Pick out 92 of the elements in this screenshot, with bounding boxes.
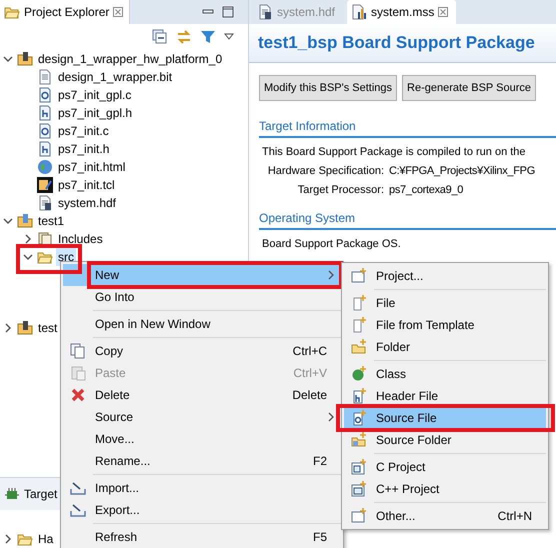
h-file-icon [37,105,53,121]
new-class-icon [351,366,367,382]
includes-icon [37,231,53,247]
tree-item[interactable]: ps7_init.c [56,122,111,140]
document-icon [37,195,53,211]
action-button[interactable]: Re-generate BSP Source [402,75,536,101]
c-file-icon [37,123,53,139]
shortcut-text: Ctrl+C [292,344,328,358]
import-icon [70,480,86,496]
menu-item[interactable]: Header File [344,385,546,407]
tree-item[interactable]: Ha [36,530,56,548]
paste-icon [70,365,86,381]
menu-item[interactable]: Project... [344,265,546,287]
project-icon [17,213,33,229]
menu-item[interactable]: Class [344,363,546,385]
action-button[interactable]: Modify this BSP's Settings [259,75,398,101]
menu-item[interactable]: Source File [344,407,546,429]
menu-item[interactable]: Open in New Window [63,313,341,335]
document-icon [37,69,53,85]
panel-title: Target [24,487,58,501]
field-label: Hardware Specification: [266,164,385,176]
menu-item[interactable]: Refresh F5 [63,526,341,548]
collapse-all-icon[interactable] [152,29,168,45]
copy-icon [70,343,86,359]
menu-item[interactable]: Rename... F2 [63,450,341,472]
editor-title: test1_bsp Board Support Package [258,33,535,53]
new-file-icon [351,317,367,333]
menu-item[interactable]: Copy Ctrl+C [63,340,341,362]
globe-icon [37,159,53,175]
tree-item[interactable]: Includes [56,230,105,248]
shortcut-text: F5 [312,530,328,544]
menu-item[interactable]: Other... Ctrl+N [344,505,546,527]
close-icon[interactable] [438,7,448,17]
menu-item[interactable]: File [344,292,546,314]
shortcut-text: Delete [292,388,328,402]
field-value: ps7_cortexa9_0 [389,184,464,196]
script-icon [37,177,53,193]
menu-item[interactable]: Source Folder [344,429,546,451]
close-icon[interactable] [113,7,124,17]
new-project-icon [351,459,367,475]
new-file-icon [351,295,367,311]
menu-item[interactable]: Go Into [63,286,341,308]
view-tab[interactable]: Project Explorer [0,0,130,24]
section-heading: Operating System [259,211,556,230]
section-heading: Target Information [259,119,556,138]
menu-item[interactable]: Source [63,406,341,428]
tab-title: Project Explorer [24,5,110,19]
h-file-icon [37,141,53,157]
menu-item[interactable]: Export... [63,499,341,521]
tree-item[interactable]: test1 [36,212,66,230]
c-file-icon [37,87,53,103]
menu-item[interactable]: Delete Delete [63,384,341,406]
new-folder-icon [351,339,367,355]
menu-item[interactable]: Folder [344,336,546,358]
new-source-icon [351,410,367,426]
tree-item[interactable]: design_1_wrapper_hw_platform_0 [36,50,224,68]
menu-item[interactable]: Move... [63,428,341,450]
menu-item[interactable]: File from Template [344,314,546,336]
tree-item[interactable]: ps7_init.h [56,140,112,158]
chart-file-icon [351,4,368,20]
description-text: Board Support Package OS. [262,238,401,250]
shortcut-text: F2 [312,454,328,468]
delete-icon [70,387,86,403]
shortcut-text: Ctrl+V [293,366,328,380]
export-icon [70,502,86,518]
tree-item[interactable]: ps7_init.html [56,158,128,176]
tree-item[interactable]: ps7_init_gpl.c [56,86,134,104]
description-text: This Board Support Package is compiled to run on the [262,146,526,158]
maximize-icon[interactable] [222,6,234,18]
project-icon [17,320,33,336]
field-value: C:¥FPGA_Projects¥Xilinx_FPG [389,164,535,176]
document-icon [257,4,273,20]
new-project-icon [351,508,367,524]
menu-item[interactable]: Import... [63,477,341,499]
editor-tab[interactable]: system.mss [347,0,456,24]
menu-item[interactable]: C++ Project [344,478,546,500]
new-project-icon [351,481,367,497]
tree-item[interactable]: test [36,319,60,337]
project-icon [17,51,33,67]
new-source-folder-icon [351,432,367,448]
tree-item[interactable]: ps7_init.tcl [56,176,117,194]
tree-item[interactable]: ps7_init_gpl.h [56,104,134,122]
chip-icon [4,486,20,502]
tree-item[interactable]: system.hdf [56,194,118,212]
tree-item[interactable]: design_1_wrapper.bit [56,68,174,86]
view-menu-icon[interactable] [224,33,234,41]
new-project-icon [351,268,367,284]
field-label: Target Processor: [296,184,385,196]
filter-icon[interactable] [200,29,216,45]
menu-item[interactable]: C Project [344,456,546,478]
shortcut-text: Ctrl+N [498,509,533,523]
new-header-icon [351,388,367,404]
